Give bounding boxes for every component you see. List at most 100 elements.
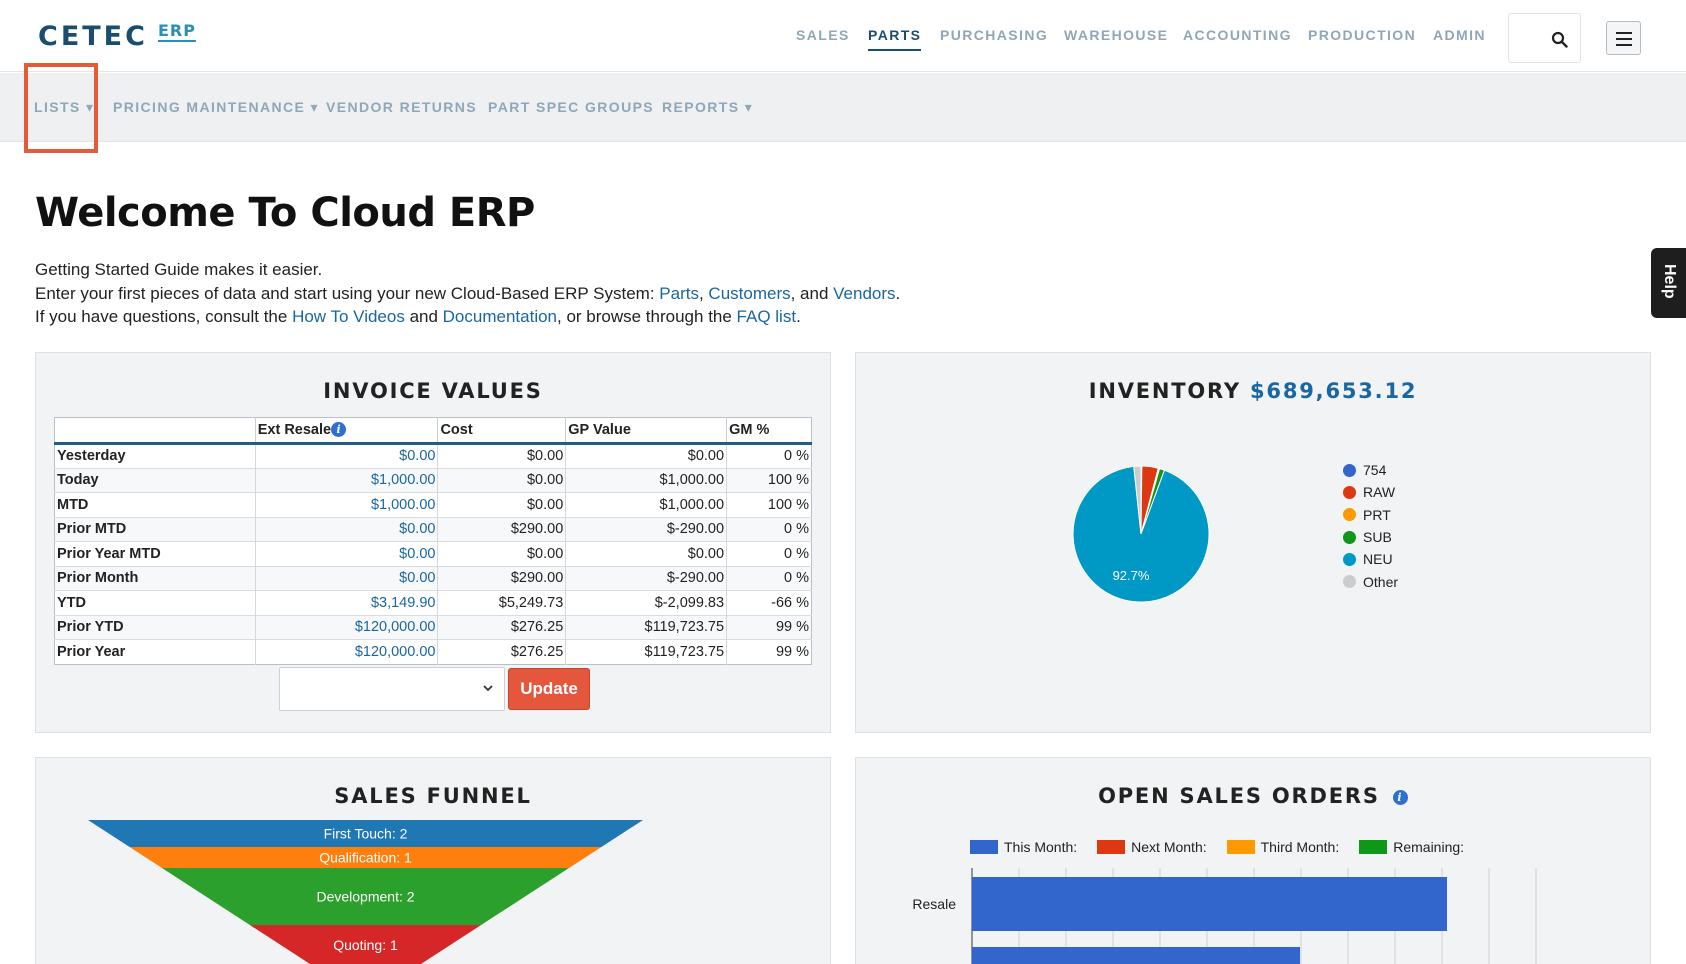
legend-swatch bbox=[1343, 552, 1356, 566]
row-label-cell: YTD bbox=[54, 590, 256, 615]
legend-item: 754 bbox=[1343, 459, 1398, 481]
period: . bbox=[895, 283, 901, 303]
col-header-cost: Cost bbox=[437, 417, 566, 445]
ext-resale-cell[interactable]: $120,000.00 bbox=[254, 639, 438, 664]
sales-funnel-chart: First Touch: 2 Qualification: 1 Developmen… bbox=[88, 820, 643, 964]
menu-icon-bar bbox=[1616, 38, 1632, 40]
funnel-stage-label: Development: 2 bbox=[316, 889, 414, 905]
date-range-select[interactable] bbox=[279, 667, 505, 711]
nav-parts[interactable]: PARTS bbox=[868, 27, 922, 51]
update-button[interactable]: Update bbox=[508, 668, 590, 710]
cost-cell: $0.00 bbox=[437, 541, 566, 566]
gp-value-cell: $0.00 bbox=[565, 541, 727, 566]
subnav-vendor-returns[interactable]: VENDOR RETURNS bbox=[326, 99, 477, 115]
cost-cell: $0.00 bbox=[437, 467, 566, 493]
pie-data-label: 92.7% bbox=[1113, 568, 1150, 583]
info-icon[interactable]: i bbox=[331, 422, 347, 437]
row-label-cell: Today bbox=[54, 467, 256, 493]
ext-resale-cell[interactable]: $0.00 bbox=[254, 516, 438, 542]
ext-resale-cell[interactable]: $0.00 bbox=[254, 541, 438, 566]
gm-pct-cell: 0 % bbox=[726, 443, 812, 468]
cost-cell: $290.00 bbox=[437, 565, 566, 591]
open-sales-orders-panel: OPEN SALES ORDERS i This Month: Next Mont… bbox=[855, 757, 1651, 964]
ext-resale-cell[interactable]: $120,000.00 bbox=[254, 614, 438, 640]
ext-resale-header: Ext Resale bbox=[257, 422, 332, 438]
logo-text: CETEC bbox=[38, 21, 148, 52]
ext-resale-cell[interactable]: $0.00 bbox=[254, 565, 438, 591]
legend-swatch bbox=[1343, 508, 1356, 522]
legend-item: PRT bbox=[1343, 504, 1398, 526]
nav-accounting[interactable]: ACCOUNTING bbox=[1183, 27, 1292, 43]
sub-nav-bar: LISTS ▾ PRICING MAINTENANCE ▾ VENDOR RET… bbox=[0, 73, 1686, 142]
comma: , bbox=[698, 283, 709, 303]
search-button[interactable] bbox=[1508, 13, 1581, 63]
subnav-reports[interactable]: REPORTS ▾ bbox=[662, 99, 753, 116]
legend-swatch bbox=[1343, 485, 1356, 499]
parts-link[interactable]: Parts bbox=[659, 284, 699, 303]
legend-item: NEU bbox=[1343, 548, 1398, 570]
inventory-panel: INVENTORY $689,653.12 92.7% 754 RAW PRT SUB… bbox=[855, 352, 1651, 733]
cost-cell: $276.25 bbox=[437, 639, 566, 664]
nav-purchasing[interactable]: PURCHASING bbox=[940, 27, 1048, 43]
faq-list-link[interactable]: FAQ list bbox=[737, 307, 797, 326]
cost-cell: $276.25 bbox=[437, 614, 566, 640]
col-header-gm-pct: GM % bbox=[726, 417, 812, 445]
ext-resale-cell[interactable]: $3,149.90 bbox=[254, 590, 438, 615]
intro-line-3-text: If you have questions, consult the bbox=[35, 307, 293, 326]
table-row: Prior Month $0.00 $290.00 $-290.00 0 % bbox=[54, 565, 812, 591]
sales-funnel-panel: SALES FUNNEL First Touch: 2 Qualification… bbox=[35, 757, 831, 964]
gp-value-cell: $-290.00 bbox=[565, 516, 727, 542]
table-row: Prior Year MTD $0.00 $0.00 $0.00 0 % bbox=[54, 541, 812, 566]
row-label-cell: Prior YTD bbox=[54, 614, 256, 640]
nav-production[interactable]: PRODUCTION bbox=[1308, 27, 1416, 43]
ext-resale-cell[interactable]: $1,000.00 bbox=[254, 467, 438, 493]
row-label-cell: Prior MTD bbox=[54, 516, 256, 542]
help-label: Help bbox=[1661, 264, 1678, 299]
funnel-stage-label: Qualification: 1 bbox=[319, 850, 412, 866]
logo-product: ERP bbox=[157, 21, 196, 42]
orders-bar-secondary[interactable] bbox=[972, 947, 1300, 964]
legend-swatch bbox=[1343, 530, 1356, 544]
ext-resale-cell[interactable]: $1,000.00 bbox=[254, 492, 438, 517]
legend-label: NEU bbox=[1363, 551, 1393, 568]
how-to-videos-link[interactable]: How To Videos bbox=[292, 307, 405, 326]
help-tab[interactable]: Help bbox=[1651, 248, 1686, 318]
legend-item: Other bbox=[1343, 570, 1398, 592]
subnav-pricing-maintenance[interactable]: PRICING MAINTENANCE ▾ bbox=[113, 99, 319, 116]
invoice-table-body: Yesterday $0.00 $0.00 $0.00 0 % Today $1,000.0… bbox=[54, 443, 812, 664]
funnel-stage-label: Quoting: 1 bbox=[333, 937, 398, 953]
invoice-values-title: INVOICE VALUES bbox=[323, 379, 543, 403]
legend-label: PRT bbox=[1363, 506, 1391, 523]
gm-pct-cell: 0 % bbox=[726, 565, 812, 591]
and-text: and bbox=[404, 307, 443, 326]
subnav-part-spec-groups[interactable]: PART SPEC GROUPS bbox=[488, 99, 654, 115]
gp-value-cell: $1,000.00 bbox=[565, 467, 727, 493]
funnel-stage-label: First Touch: 2 bbox=[324, 826, 408, 842]
cost-cell: $0.00 bbox=[437, 492, 566, 517]
gm-pct-cell: 0 % bbox=[726, 541, 812, 566]
menu-icon-bar bbox=[1616, 44, 1632, 46]
gm-pct-cell: 100 % bbox=[726, 467, 812, 493]
inventory-total: $689,653.12 bbox=[1250, 379, 1418, 403]
vendors-link[interactable]: Vendors bbox=[833, 284, 895, 303]
customers-link[interactable]: Customers bbox=[708, 284, 790, 303]
cost-cell: $5,249.73 bbox=[437, 590, 566, 615]
row-label-cell: Prior Month bbox=[54, 565, 256, 591]
nav-admin[interactable]: ADMIN bbox=[1433, 27, 1486, 43]
inventory-title-label: INVENTORY bbox=[1088, 379, 1241, 403]
gm-pct-cell: 99 % bbox=[726, 639, 812, 664]
hamburger-menu-button[interactable] bbox=[1606, 21, 1641, 55]
orders-bar-this-month[interactable] bbox=[972, 877, 1447, 931]
nav-sales[interactable]: SALES bbox=[796, 27, 850, 43]
row-label-cell: Prior Year bbox=[54, 639, 256, 664]
cetec-logo[interactable]: CETEC ERP bbox=[38, 22, 196, 52]
documentation-link[interactable]: Documentation bbox=[443, 307, 557, 326]
and-text: , and bbox=[790, 283, 834, 303]
intro-line-2: Enter your first pieces of data and star… bbox=[35, 282, 900, 306]
ext-resale-cell[interactable]: $0.00 bbox=[254, 443, 438, 468]
cost-cell: $0.00 bbox=[437, 443, 566, 468]
nav-warehouse[interactable]: WAREHOUSE bbox=[1064, 27, 1168, 43]
gp-value-cell: $-2,099.83 bbox=[565, 590, 727, 615]
col-header-ext-resale: Ext Resale i bbox=[254, 417, 438, 445]
legend-swatch bbox=[1343, 463, 1356, 477]
